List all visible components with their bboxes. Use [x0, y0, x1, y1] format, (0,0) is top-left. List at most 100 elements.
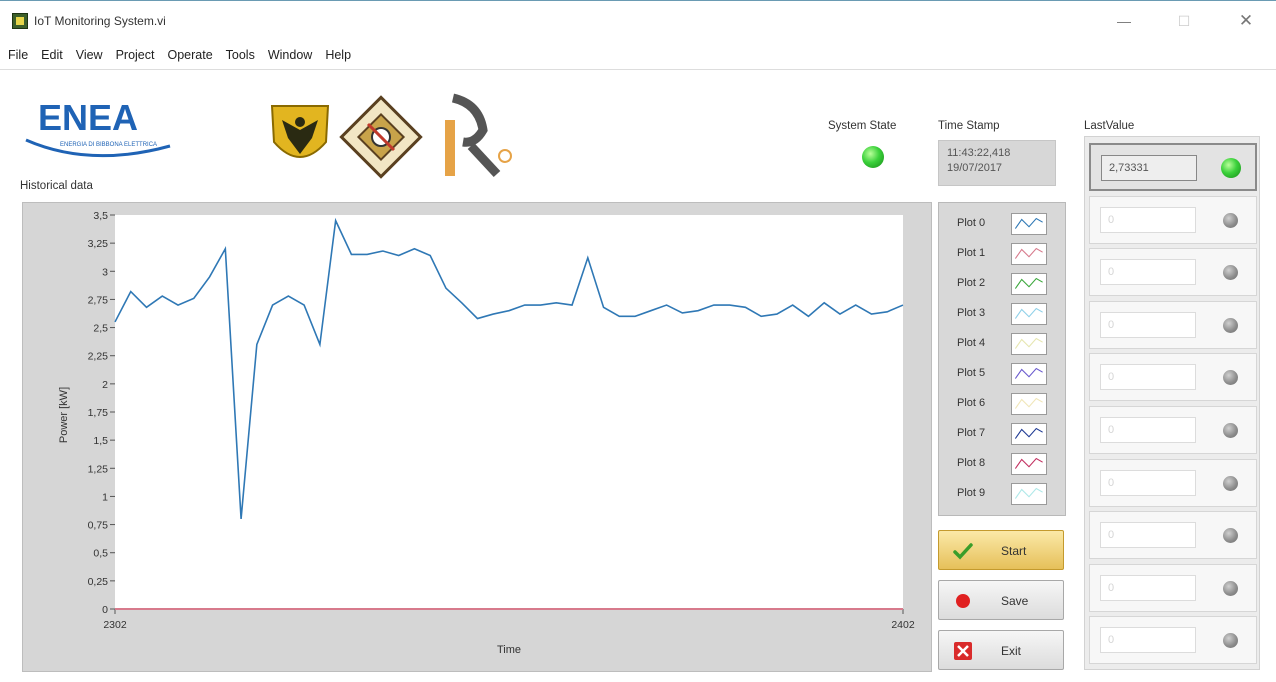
legend-row-plot-8[interactable]: Plot 8: [939, 449, 1067, 479]
historical-data-graph[interactable]: 0 0,25 0,5 0,75 1 1,25 1,5 1,75 2 2,25 2,5 2,75 3 3,2…: [22, 202, 932, 672]
start-button[interactable]: Start: [938, 530, 1064, 570]
legend-swatch-icon: [1011, 423, 1047, 445]
last-value-cell-6: 0: [1089, 458, 1257, 507]
last-value-field[interactable]: 0: [1100, 259, 1196, 286]
legend-row-plot-5[interactable]: Plot 5: [939, 359, 1067, 389]
legend-swatch-line: [1014, 277, 1043, 289]
last-value-field[interactable]: 0: [1100, 574, 1196, 601]
graph-plot-svg: 0 0,25 0,5 0,75 1 1,25 1,5 1,75 2 2,25 2,5 2,75 3 3,2…: [58, 210, 915, 656]
legend-swatch-line: [1014, 397, 1043, 409]
y-axis-label: Power [kW]: [58, 387, 70, 443]
y-tick-label: 3,25: [88, 238, 109, 250]
legend-label: Plot 9: [957, 487, 986, 499]
y-tick-label: 3: [102, 266, 108, 278]
legend-row-plot-4[interactable]: Plot 4: [939, 329, 1067, 359]
last-value-led: [1223, 265, 1238, 281]
last-value-led: [1223, 633, 1238, 649]
last-value-field[interactable]: 2,73331: [1101, 155, 1197, 181]
last-value-cell-7: 0: [1089, 511, 1257, 560]
last-value-led: [1223, 528, 1238, 544]
y-tick-label: 2,75: [88, 294, 109, 306]
last-value-cell-5: 0: [1089, 406, 1257, 454]
time-stamp-label: Time Stamp: [938, 120, 1000, 132]
menu-help[interactable]: Help: [325, 48, 351, 62]
x-axis-label: Time: [497, 644, 521, 656]
legend-label: Plot 8: [957, 457, 986, 469]
university-seal-logo: [270, 105, 330, 158]
last-value-field[interactable]: 0: [1100, 522, 1196, 549]
y-tick-label: 0: [102, 604, 108, 616]
window-title: IoT Monitoring System.vi: [34, 14, 166, 28]
front-panel: ENEA ENERGIA DI BIBBONA ELETTRICA System…: [10, 72, 1268, 677]
r-letter-logo: [445, 93, 512, 178]
last-value-cell-8: 0: [1089, 563, 1257, 612]
last-value-cell-3: 0: [1089, 300, 1257, 349]
last-value-cell-0: 2,73331: [1089, 143, 1257, 191]
legend-swatch-icon: [1011, 393, 1047, 415]
close-x-icon: [954, 642, 972, 660]
legend-swatch-line: [1014, 247, 1043, 259]
start-button-label: Start: [1001, 544, 1027, 558]
menu-operate[interactable]: Operate: [167, 48, 212, 62]
y-tick-label: 0,5: [93, 548, 108, 560]
y-tick-label: 2,5: [93, 323, 108, 335]
last-value-field[interactable]: 0: [1100, 206, 1196, 233]
y-tick-label: 0,75: [88, 520, 109, 532]
time-stamp-date: 19/07/2017: [947, 162, 1003, 174]
y-tick-label: 1,75: [88, 407, 109, 419]
menu-view[interactable]: View: [76, 48, 103, 62]
menu-bar: File Edit View Project Operate Tools Win…: [0, 40, 1276, 70]
legend-row-plot-7[interactable]: Plot 7: [939, 419, 1067, 449]
legend-swatch-icon: [1011, 243, 1047, 265]
plot-legend[interactable]: Plot 0 Plot 1 Plot 2 Plot 3 Plot 4 Plot 5 Plot…: [938, 202, 1066, 516]
legend-row-plot-0[interactable]: Plot 0: [939, 209, 1067, 239]
system-state-led: [862, 146, 884, 168]
plot-area: [115, 215, 903, 609]
x-tick-label: 2302: [103, 619, 127, 631]
legend-swatch-icon: [1011, 213, 1047, 235]
last-value-field[interactable]: 0: [1100, 627, 1196, 654]
exit-button[interactable]: Exit: [938, 630, 1064, 670]
system-state-label: System State: [828, 120, 897, 132]
minimize-button[interactable]: —: [1106, 9, 1142, 33]
enea-logo-subtitle: ENERGIA DI BIBBONA ELETTRICA: [60, 142, 157, 148]
legend-row-plot-2[interactable]: Plot 2: [939, 269, 1067, 299]
y-tick-label: 1,25: [88, 463, 109, 475]
last-value-cell-1: 0: [1089, 195, 1257, 244]
legend-swatch-line: [1014, 337, 1043, 349]
legend-swatch-line: [1014, 457, 1043, 469]
last-value-field[interactable]: 0: [1100, 469, 1196, 496]
menu-file[interactable]: File: [8, 48, 28, 62]
maximize-button[interactable]: ☐: [1166, 9, 1202, 33]
legend-swatch-icon: [1011, 333, 1047, 355]
save-button[interactable]: Save: [938, 580, 1064, 620]
legend-row-plot-6[interactable]: Plot 6: [939, 389, 1067, 419]
legend-swatch-icon: [1011, 303, 1047, 325]
legend-swatch-line: [1014, 487, 1043, 499]
legend-swatch-line: [1014, 307, 1043, 319]
legend-label: Plot 4: [957, 337, 986, 349]
y-tick-label: 2: [102, 379, 108, 391]
menu-project[interactable]: Project: [116, 48, 155, 62]
last-value-field[interactable]: 0: [1100, 311, 1196, 338]
last-value-field[interactable]: 0: [1100, 417, 1196, 443]
close-button[interactable]: ✕: [1228, 9, 1264, 33]
last-value-label: LastValue: [1084, 120, 1135, 132]
legend-row-plot-3[interactable]: Plot 3: [939, 299, 1067, 329]
legend-row-plot-1[interactable]: Plot 1: [939, 239, 1067, 269]
last-value-field[interactable]: 0: [1100, 364, 1196, 391]
legend-row-plot-9[interactable]: Plot 9: [939, 479, 1067, 509]
legend-label: Plot 5: [957, 367, 986, 379]
save-button-label: Save: [1001, 594, 1029, 608]
menu-edit[interactable]: Edit: [41, 48, 63, 62]
legend-swatch-line: [1014, 217, 1043, 229]
last-value-led: [1223, 475, 1238, 491]
y-tick-label: 0,25: [88, 576, 109, 588]
last-value-array: 2,73331 0 0 0 0 0 0 0 0 0: [1084, 136, 1260, 670]
last-value-cell-2: 0: [1089, 248, 1257, 297]
legend-label: Plot 2: [957, 277, 986, 289]
menu-tools[interactable]: Tools: [226, 48, 255, 62]
legend-swatch-line: [1014, 427, 1043, 439]
menu-window[interactable]: Window: [268, 48, 312, 62]
labview-app-icon: [12, 13, 28, 29]
